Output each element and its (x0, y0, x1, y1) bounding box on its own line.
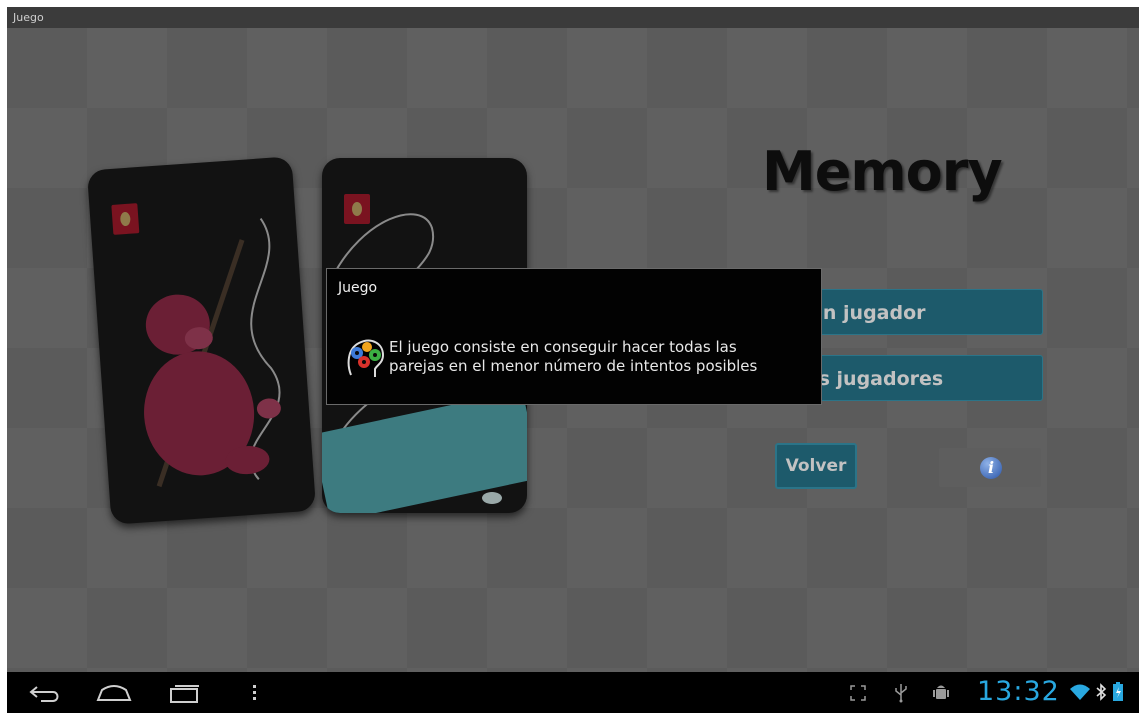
brain-gears-icon (347, 339, 385, 377)
recent-apps-icon[interactable] (169, 683, 201, 703)
battery-icon (1113, 682, 1123, 701)
game-screen: Memory Un jugador Dos jugadores Volver i… (7, 28, 1139, 672)
android-debug-icon (933, 685, 949, 699)
dialog-message: El juego consiste en conseguir hacer tod… (389, 338, 809, 376)
back-button[interactable]: Volver (775, 443, 857, 489)
dialog-message-line: El juego consiste en conseguir hacer tod… (389, 338, 737, 356)
info-button[interactable]: i (939, 448, 1041, 487)
wifi-icon (1070, 684, 1090, 700)
usb-icon (895, 684, 907, 703)
card-illustration (144, 218, 281, 488)
window-title: Juego (7, 7, 1139, 28)
status-time: 13:32 (977, 676, 1060, 707)
back-icon[interactable] (29, 685, 61, 703)
fullscreen-icon (850, 685, 866, 701)
info-dialog: Juego El juego consiste en conseguir hac… (326, 268, 822, 405)
home-icon[interactable] (96, 684, 132, 702)
menu-icon[interactable] (252, 684, 258, 702)
memory-card-left (86, 156, 317, 525)
bluetooth-icon (1096, 683, 1107, 701)
dialog-message-line: parejas en el menor número de intentos p… (389, 357, 758, 375)
info-icon: i (980, 457, 1002, 479)
dialog-title: Juego (338, 280, 378, 296)
app-title: Memory (762, 140, 1003, 203)
device-screen: Juego Memory Un jugador Dos jugadores Vo… (7, 7, 1139, 713)
system-nav-bar: 13:32 (7, 672, 1139, 713)
